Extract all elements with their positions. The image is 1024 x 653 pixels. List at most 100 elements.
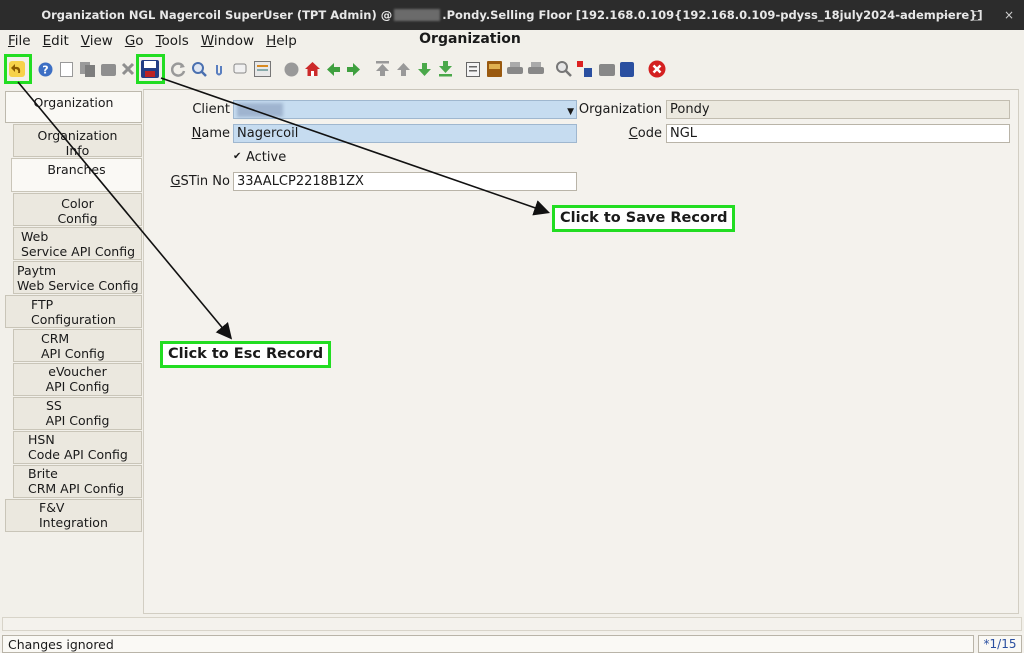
- copy-record-icon[interactable]: [80, 62, 96, 77]
- gstin-label: GSTin No: [160, 174, 230, 189]
- menu-go[interactable]: Go: [121, 33, 148, 49]
- esc-callout: Click to Esc Record: [160, 341, 332, 368]
- gstin-field[interactable]: 33AALCP2218B1ZX: [233, 172, 577, 191]
- tab-paytm-web-service-config[interactable]: Paytm Web Service Config: [13, 261, 142, 294]
- tab-crm-api-config[interactable]: CRM API Config: [13, 329, 142, 362]
- tab-label: CRM: [41, 331, 70, 346]
- back-icon[interactable]: [326, 62, 341, 77]
- tab-label: Service API Config: [21, 244, 136, 259]
- multi-view-icon[interactable]: [254, 61, 271, 77]
- info-strip: [2, 617, 1022, 631]
- next-record-icon[interactable]: [417, 62, 432, 77]
- tab-label: Organization: [37, 128, 118, 143]
- tab-label: Paytm: [17, 263, 57, 278]
- tab-label: CRM API Config: [28, 481, 125, 496]
- active-checkbox[interactable]: ✔: [233, 151, 241, 162]
- print-preview-icon[interactable]: [507, 62, 523, 77]
- record-count[interactable]: *1/15: [978, 635, 1022, 653]
- home-icon[interactable]: [304, 61, 321, 77]
- code-label: Code: [572, 126, 662, 141]
- menu-tools[interactable]: Tools: [152, 33, 193, 49]
- gstin-label-mnemonic: G: [170, 174, 181, 189]
- name-label: Name: [160, 126, 230, 141]
- tab-color-config[interactable]: Color Config: [13, 193, 142, 226]
- undo-icon[interactable]: [9, 61, 25, 77]
- minimize-button[interactable]: –: [938, 8, 952, 22]
- find-icon[interactable]: [192, 62, 207, 77]
- tab-hsn-code-api-config[interactable]: HSN Code API Config: [13, 431, 142, 464]
- code-field[interactable]: NGL: [666, 124, 1010, 143]
- tab-web-service-api-config[interactable]: Web Service API Config: [13, 227, 142, 260]
- menu-file[interactable]: File: [4, 33, 35, 49]
- tab-ss-api-config[interactable]: SS API Config: [13, 397, 142, 430]
- save-icon[interactable]: [141, 60, 159, 78]
- client-label: Client: [192, 102, 230, 117]
- tab-ftp-configuration[interactable]: FTP Configuration: [5, 295, 142, 328]
- title-text-right: .Pondy.Selling Floor [192.168.0.109{192.…: [442, 8, 983, 22]
- title-bar: Organization NGL Nagercoil SuperUser (TP…: [0, 0, 1024, 30]
- tab-label: API Config: [45, 379, 110, 394]
- tab-label: Info: [65, 143, 90, 158]
- tab-organization-info[interactable]: Organization Info: [13, 124, 142, 158]
- menu-help[interactable]: Help: [262, 33, 301, 49]
- delete-icon[interactable]: [101, 62, 116, 77]
- print-icon[interactable]: [528, 62, 544, 77]
- organization-label: Organization: [578, 102, 662, 117]
- maximize-button[interactable]: □: [970, 8, 984, 22]
- first-record-icon[interactable]: [375, 61, 390, 77]
- tab-evoucher-api-config[interactable]: eVoucher API Config: [13, 363, 142, 396]
- active-workflows-icon[interactable]: [620, 62, 634, 77]
- menu-view[interactable]: View: [77, 33, 117, 49]
- tab-label: Color: [61, 196, 94, 211]
- end-window-icon[interactable]: [648, 60, 666, 78]
- tab-label: SS: [46, 398, 62, 413]
- tab-label: Web Service Config: [17, 278, 139, 293]
- save-callout: Click to Save Record: [552, 205, 736, 232]
- organization-field[interactable]: Pondy: [666, 100, 1010, 119]
- svg-text:?: ?: [42, 64, 48, 77]
- tab-label: Organization: [33, 95, 114, 110]
- name-label-rest: ame: [201, 126, 230, 141]
- tab-label: API Config: [41, 346, 105, 361]
- menu-edit[interactable]: Edit: [39, 33, 73, 49]
- name-label-mnemonic: N: [191, 126, 202, 141]
- zoom-across-icon[interactable]: [556, 61, 572, 77]
- status-text: Changes ignored: [2, 635, 974, 653]
- chat-icon[interactable]: [233, 62, 248, 77]
- help-icon[interactable]: ?: [38, 62, 53, 77]
- redacted-host: [394, 9, 441, 21]
- refresh-icon[interactable]: [171, 62, 186, 77]
- archive-icon[interactable]: [487, 61, 502, 77]
- tab-label: Brite: [28, 466, 58, 481]
- tab-label: HSN: [28, 432, 55, 447]
- menu-bar: File Edit View Go Tools Window Help Orga…: [0, 30, 1024, 52]
- menu-window[interactable]: Window: [197, 33, 258, 49]
- code-label-rest: ode: [637, 126, 662, 141]
- tab-label: Code API Config: [28, 447, 128, 462]
- client-select[interactable]: ▼: [233, 100, 577, 119]
- tab-fv-integration[interactable]: F&V Integration: [5, 499, 142, 532]
- attachment-icon[interactable]: [214, 62, 224, 77]
- tab-label: Configuration: [31, 312, 116, 327]
- tab-label: Integration: [39, 515, 108, 530]
- tab-label: Branches: [47, 162, 106, 177]
- report-icon[interactable]: [466, 62, 480, 77]
- forward-icon[interactable]: [346, 62, 361, 77]
- redacted-client-value: [237, 102, 283, 117]
- window-title: Organization: [419, 31, 521, 47]
- window-close-button[interactable]: ×: [1002, 8, 1016, 22]
- previous-record-icon[interactable]: [396, 62, 411, 77]
- last-record-icon[interactable]: [438, 61, 453, 77]
- name-field[interactable]: Nagercoil: [233, 124, 577, 143]
- status-bar: Changes ignored *1/15: [0, 633, 1024, 653]
- product-info-icon[interactable]: [599, 62, 615, 77]
- tab-brite-crm-api-config[interactable]: Brite CRM API Config: [13, 465, 142, 498]
- new-record-icon[interactable]: [60, 62, 73, 77]
- tab-label: Web: [21, 229, 49, 244]
- delete-selection-icon[interactable]: [121, 62, 135, 76]
- request-icon[interactable]: [577, 61, 593, 78]
- history-icon[interactable]: [284, 62, 299, 77]
- tab-organization[interactable]: Organization: [5, 91, 142, 123]
- tab-branches[interactable]: Branches: [11, 158, 142, 192]
- tab-label: Config: [57, 211, 98, 226]
